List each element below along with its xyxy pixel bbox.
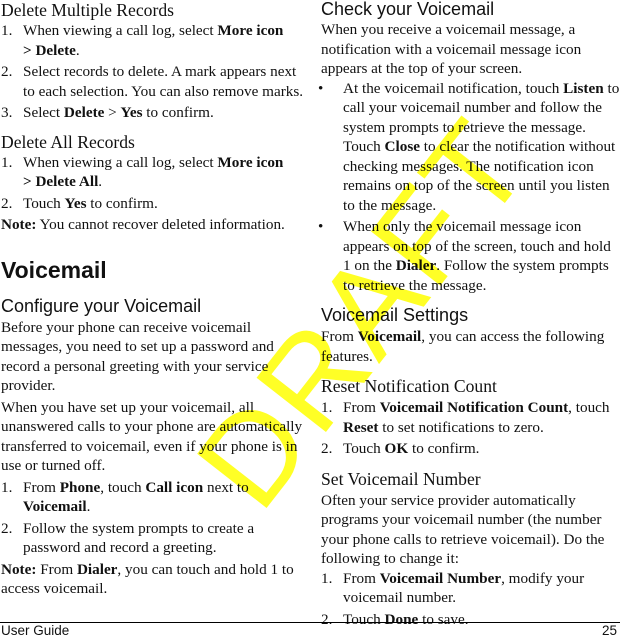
section-title-delete-all: Delete All Records [1,131,135,152]
step-item: 1. When viewing a call log, select More i… [1,153,284,191]
chapter-title-voicemail: Voicemail [1,256,107,283]
step-item: 1. When viewing a call log, select More i… [1,22,284,59]
section-title-configure: Configure your Voicemail [1,295,202,316]
set-number-steps: 1. From Voicemail Number, modify your voi… [321,569,620,630]
set-number-para: Often your service provider automaticall… [321,491,605,568]
page-footer: User Guide 25 [0,622,620,638]
note-dialer: Note: From Dialer, you can touch and hol… [1,560,294,598]
step-item: 1. From Voicemail Number, modify your voi… [321,569,585,607]
right-column: Check your Voicemail When you receive a … [318,0,620,630]
section-title-set-number: Set Voicemail Number [321,468,481,489]
bullet-icon: • [318,218,324,235]
configure-steps: 1. From Phone, touch Call icon next to Vo… [1,478,306,558]
configure-para-2: When you have set up your voicemail, all… [1,398,303,475]
bullet-icon: • [318,79,324,97]
bullet-item: • When only the voicemail message icon ap… [318,218,611,294]
step-item: 3. Select Delete > Yes to confirm. [1,104,214,121]
section-title-settings: Voicemail Settings [321,305,469,325]
section-title-check: Check your Voicemail [321,0,495,19]
check-para: When you receive a voicemail message, a … [321,21,582,77]
section-title-reset: Reset Notification Count [321,376,497,396]
step-item: 1. From Voicemail Notification Count, tou… [321,399,610,436]
left-column: Delete Multiple Records 1. When viewing a… [1,0,306,599]
configure-para-1: Before your phone can receive voicemail … [1,318,274,395]
section-title-delete-multiple: Delete Multiple Records [1,0,174,20]
step-item: 2. Follow the system prompts to create a … [1,519,255,557]
reset-steps: 1. From Voicemail Notification Count, tou… [321,398,620,459]
step-item: 2. Touch Yes to confirm. [1,194,158,212]
step-item: 2. Touch OK to confirm. [321,440,480,457]
settings-para: From Voicemail, you can access the follo… [321,328,605,365]
note-delete: Note: You cannot recover deleted informa… [1,216,285,233]
step-item: 1. From Phone, touch Call icon next to Vo… [1,478,249,516]
delete-all-steps: 1. When viewing a call log, select More i… [1,153,306,214]
check-bullets: • At the voicemail notification, touch Li… [318,79,620,296]
delete-multiple-steps: 1. When viewing a call log, select More i… [1,21,306,123]
step-item: 2. Select records to delete. A mark appea… [1,63,304,100]
bullet-item: • At the voicemail notification, touch Li… [318,79,620,214]
